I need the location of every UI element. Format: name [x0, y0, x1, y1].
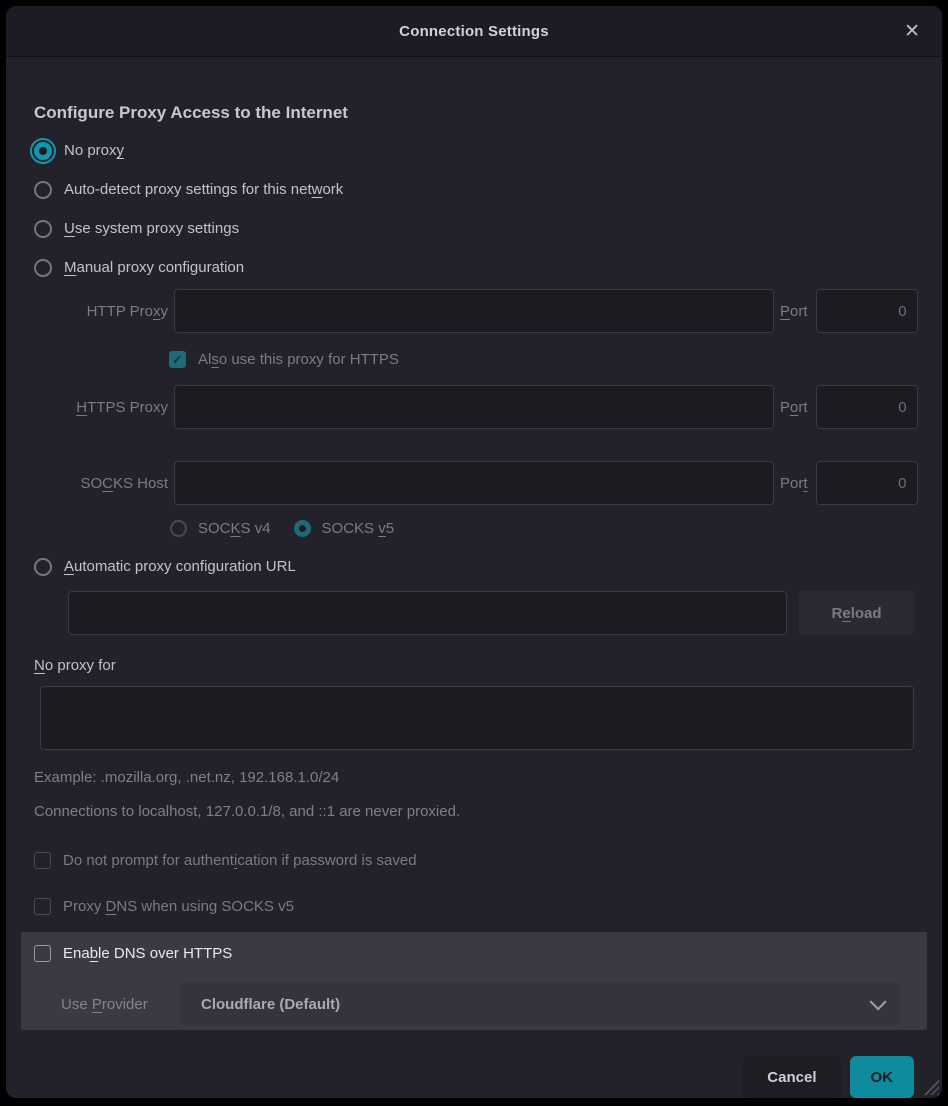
checkbox-icon[interactable] [34, 945, 51, 962]
radio-manual-label: Manual proxy configuration [64, 259, 244, 276]
use-provider-label: Use Provider [61, 996, 180, 1013]
page-title: Configure Proxy Access to the Internet [34, 103, 914, 123]
checkbox-icon[interactable] [34, 898, 51, 915]
socks-port-input[interactable] [816, 461, 918, 505]
radio-auto-detect[interactable]: Auto-detect proxy settings for this netw… [34, 170, 914, 209]
radio-no-proxy[interactable]: No proxy [34, 131, 914, 170]
https-port-label: Port [780, 399, 810, 416]
radio-button-icon[interactable] [34, 142, 52, 160]
radio-socks-v5-icon[interactable] [294, 520, 311, 537]
https-proxy-input[interactable] [174, 385, 774, 429]
no-prompt-checkbox-row[interactable]: Do not prompt for authentication if pass… [34, 849, 914, 871]
enable-doh-checkbox-row[interactable]: Enable DNS over HTTPS [34, 942, 914, 964]
ok-button[interactable]: OK [850, 1056, 915, 1098]
checkbox-checked-icon[interactable]: ✓ [169, 351, 186, 368]
radio-socks-v4-icon[interactable] [170, 520, 187, 537]
socks-port-label: Port [780, 475, 810, 492]
no-proxy-example: Example: .mozilla.org, .net.nz, 192.168.… [34, 766, 914, 788]
autoconfig-url-row: Reload [34, 591, 914, 635]
enable-doh-label: Enable DNS over HTTPS [63, 945, 232, 962]
radio-button-icon[interactable] [34, 181, 52, 199]
no-prompt-label: Do not prompt for authentication if pass… [63, 852, 417, 869]
radio-button-icon[interactable] [34, 558, 52, 576]
doh-section: Enable DNS over HTTPS Use Provider Cloud… [21, 932, 927, 1030]
radio-autoconfig[interactable]: Automatic proxy configuration URL [34, 547, 914, 586]
reload-button[interactable]: Reload [799, 591, 914, 635]
https-proxy-label: HTTPS Proxy [34, 399, 168, 416]
also-https-label: Also use this proxy for HTTPS [198, 351, 399, 368]
socks-v4-label: SOCKS v4 [198, 520, 271, 537]
provider-selected-value: Cloudflare (Default) [201, 996, 870, 1013]
https-proxy-row: HTTPS Proxy Port [34, 385, 914, 429]
connection-settings-dialog: Connection Settings ✕ Configure Proxy Ac… [6, 6, 942, 1098]
radio-use-system[interactable]: Use system proxy settings [34, 209, 914, 248]
checkbox-icon[interactable] [34, 852, 51, 869]
http-port-label: Port [780, 303, 810, 320]
radio-button-icon[interactable] [34, 259, 52, 277]
http-port-input[interactable] [816, 289, 918, 333]
close-icon[interactable]: ✕ [898, 6, 926, 56]
provider-select[interactable]: Cloudflare (Default) [180, 982, 900, 1026]
no-proxy-note: Connections to localhost, 127.0.0.1/8, a… [34, 800, 914, 822]
http-proxy-row: HTTP Proxy Port [34, 289, 914, 333]
radio-no-proxy-label: No proxy [64, 142, 124, 159]
radio-auto-detect-label: Auto-detect proxy settings for this netw… [64, 181, 343, 198]
https-port-input[interactable] [816, 385, 918, 429]
proxy-dns-checkbox-row[interactable]: Proxy DNS when using SOCKS v5 [34, 895, 914, 917]
autoconfig-url-input[interactable] [68, 591, 787, 635]
no-proxy-for-textarea[interactable] [40, 686, 914, 750]
socks-v5-label: SOCKS v5 [322, 520, 395, 537]
dialog-footer: Cancel OK [6, 1049, 942, 1098]
dialog-content: Configure Proxy Access to the Internet N… [6, 57, 942, 1049]
radio-autoconfig-label: Automatic proxy configuration URL [64, 558, 296, 575]
dialog-title: Connection Settings [399, 23, 549, 40]
socks-host-label: SOCKS Host [34, 475, 168, 492]
socks-version-row: SOCKS v4 SOCKS v5 [170, 518, 914, 538]
dialog-titlebar: Connection Settings ✕ [6, 6, 942, 57]
no-proxy-for-label: No proxy for [34, 654, 914, 676]
provider-row: Use Provider Cloudflare (Default) [34, 982, 914, 1026]
radio-use-system-label: Use system proxy settings [64, 220, 239, 237]
chevron-down-icon [870, 993, 887, 1010]
also-https-checkbox-row[interactable]: ✓ Also use this proxy for HTTPS [169, 348, 914, 370]
http-proxy-label: HTTP Proxy [34, 303, 168, 320]
proxy-dns-label: Proxy DNS when using SOCKS v5 [63, 898, 294, 915]
cancel-button[interactable]: Cancel [743, 1056, 840, 1098]
radio-manual[interactable]: Manual proxy configuration [34, 248, 914, 287]
socks-host-row: SOCKS Host Port [34, 461, 914, 505]
socks-host-input[interactable] [174, 461, 774, 505]
http-proxy-input[interactable] [174, 289, 774, 333]
radio-button-icon[interactable] [34, 220, 52, 238]
